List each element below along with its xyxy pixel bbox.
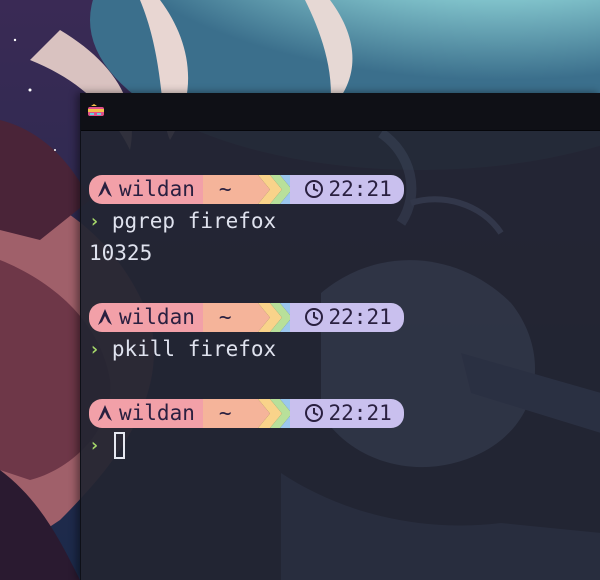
arch-linux-icon: [97, 180, 113, 198]
prompt-user-segment: wildan: [89, 174, 203, 204]
prompt-directory: ~: [218, 177, 232, 201]
prompt-time: 22:21: [328, 401, 392, 425]
prompt-time: 22:21: [328, 305, 392, 329]
command-line-input[interactable]: ›: [89, 429, 600, 461]
clock-icon: [304, 403, 324, 423]
command-output: 10325: [89, 237, 600, 269]
prompt-username: wildan: [119, 401, 195, 425]
shell-prompt: wildan ~ 22:21: [89, 173, 600, 205]
command-text: pkill firefox: [111, 337, 277, 361]
clock-icon: [304, 179, 324, 199]
prompt-arrow-separators: [245, 398, 292, 428]
clock-icon: [304, 307, 324, 327]
prompt-time: 22:21: [328, 177, 392, 201]
prompt-username: wildan: [119, 305, 195, 329]
prompt-directory-segment: ~: [202, 174, 246, 204]
shell-prompt: wildan ~ 22:21: [89, 397, 600, 429]
arch-linux-icon: [97, 308, 113, 326]
prompt-symbol: ›: [89, 210, 100, 232]
terminal-titlebar[interactable]: [81, 93, 600, 131]
prompt-time-segment: 22:21: [289, 398, 404, 428]
terminal-content[interactable]: wildan ~ 22:21 › pgrep firefox 10325 wil…: [89, 173, 600, 461]
terminal-app-icon[interactable]: [87, 104, 105, 118]
terminal-window[interactable]: wildan ~ 22:21 › pgrep firefox 10325 wil…: [80, 93, 600, 580]
prompt-symbol: ›: [89, 434, 100, 456]
prompt-directory: ~: [218, 305, 232, 329]
command-text: pgrep firefox: [111, 209, 277, 233]
prompt-directory: ~: [218, 401, 232, 425]
prompt-arrow-separators: [245, 174, 292, 204]
command-line: › pgrep firefox: [89, 205, 600, 237]
shell-prompt: wildan ~ 22:21: [89, 301, 600, 333]
prompt-user-segment: wildan: [89, 398, 203, 428]
command-output-text: 10325: [89, 241, 153, 265]
command-line: › pkill firefox: [89, 333, 600, 365]
prompt-directory-segment: ~: [202, 398, 246, 428]
text-cursor[interactable]: [113, 431, 125, 459]
arch-linux-icon: [97, 404, 113, 422]
prompt-time-segment: 22:21: [289, 302, 404, 332]
prompt-directory-segment: ~: [202, 302, 246, 332]
prompt-time-segment: 22:21: [289, 174, 404, 204]
prompt-symbol: ›: [89, 338, 100, 360]
prompt-arrow-separators: [245, 302, 292, 332]
prompt-username: wildan: [119, 177, 195, 201]
prompt-user-segment: wildan: [89, 302, 203, 332]
